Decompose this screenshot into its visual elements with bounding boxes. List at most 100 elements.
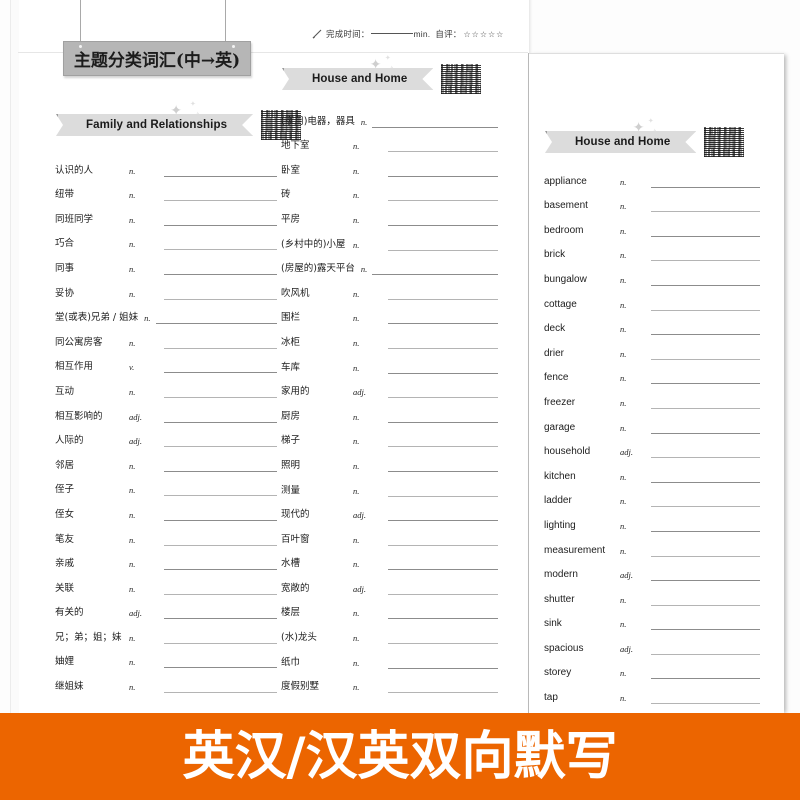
- word-row: 同公寓房客 n.: [55, 324, 277, 349]
- answer-blank-line[interactable]: [651, 200, 760, 213]
- answer-blank-line[interactable]: [651, 545, 760, 557]
- word-term: (家用)电器，器具: [281, 115, 355, 127]
- answer-blank-line[interactable]: [164, 435, 277, 448]
- answer-blank-line[interactable]: [164, 238, 277, 251]
- self-rating-stars[interactable]: ☆☆☆☆☆: [463, 30, 504, 39]
- answer-blank-line[interactable]: [164, 189, 277, 202]
- answer-blank-line[interactable]: [651, 618, 760, 631]
- answer-blank-line[interactable]: [651, 667, 760, 680]
- word-part-of-speech: n.: [620, 250, 627, 261]
- answer-blank-line[interactable]: [164, 632, 277, 644]
- answer-blank-line[interactable]: [164, 165, 277, 177]
- answer-blank-line[interactable]: [651, 348, 760, 360]
- answer-blank-line[interactable]: [164, 263, 277, 275]
- answer-blank-line[interactable]: [372, 116, 498, 128]
- answer-blank-line[interactable]: [651, 594, 760, 606]
- answer-blank-line[interactable]: [164, 386, 277, 398]
- word-part-of-speech: n.: [620, 471, 627, 482]
- answer-blank-line[interactable]: [388, 534, 498, 546]
- word-term: 人际的: [55, 435, 84, 447]
- answer-blank-line[interactable]: [164, 288, 277, 300]
- answer-blank-line[interactable]: [651, 692, 760, 705]
- answer-blank-line[interactable]: [388, 607, 498, 620]
- answer-blank-line[interactable]: [388, 288, 498, 300]
- answer-blank-line[interactable]: [372, 263, 498, 276]
- word-term: 妥协: [55, 287, 75, 299]
- answer-blank-line[interactable]: [164, 534, 277, 546]
- answer-blank-line[interactable]: [388, 583, 498, 595]
- answer-blank-line[interactable]: [388, 140, 498, 153]
- answer-blank-line[interactable]: [388, 460, 498, 472]
- word-term: 吹风机: [281, 287, 310, 299]
- banner-label: Family and Relationships: [86, 119, 228, 131]
- word-part-of-speech: adj.: [129, 608, 142, 619]
- answer-blank-line[interactable]: [651, 520, 760, 532]
- answer-blank-line[interactable]: [164, 484, 277, 497]
- word-part-of-speech: adj.: [129, 411, 142, 422]
- word-part-of-speech: n.: [360, 116, 368, 127]
- answer-blank-line[interactable]: [651, 225, 760, 237]
- answer-blank-line[interactable]: [164, 460, 277, 472]
- word-row: 卧室 n.: [281, 152, 498, 177]
- answer-blank-line[interactable]: [388, 362, 498, 374]
- word-row: 邻居 n.: [55, 447, 277, 472]
- word-row: household adj.: [544, 434, 760, 459]
- word-row: 同事 n.: [55, 250, 277, 275]
- word-part-of-speech: n.: [144, 313, 151, 324]
- answer-blank-line[interactable]: [388, 386, 498, 399]
- word-row: fence n.: [544, 360, 760, 385]
- answer-blank-line[interactable]: [164, 607, 277, 620]
- answer-blank-line[interactable]: [164, 656, 277, 669]
- word-row: 度假别墅 n.: [281, 669, 498, 694]
- answer-blank-line[interactable]: [388, 337, 498, 349]
- answer-blank-line[interactable]: [388, 558, 498, 571]
- answer-blank-line[interactable]: [651, 495, 760, 508]
- word-row: 巧合 n.: [55, 226, 277, 251]
- word-row: 相互影响的 adj.: [55, 398, 277, 423]
- answer-blank-line[interactable]: [388, 485, 498, 497]
- answer-blank-line[interactable]: [388, 189, 498, 202]
- answer-blank-line[interactable]: [388, 312, 498, 325]
- word-part-of-speech: n.: [353, 141, 360, 152]
- answer-blank-line[interactable]: [651, 471, 760, 483]
- time-blank-field[interactable]: [370, 32, 413, 34]
- completion-time-strip: 完成时间： min. 自评： ☆☆☆☆☆: [312, 28, 504, 40]
- word-term: basement: [544, 200, 588, 212]
- answer-blank-line[interactable]: [164, 509, 277, 521]
- answer-blank-line[interactable]: [388, 239, 498, 251]
- answer-blank-line[interactable]: [651, 274, 760, 286]
- word-row: shutter n.: [544, 581, 760, 606]
- word-term: 相互影响的: [55, 410, 103, 422]
- answer-blank-line[interactable]: [651, 643, 760, 655]
- word-part-of-speech: n.: [620, 619, 627, 630]
- word-row: 地下室 n.: [281, 128, 498, 153]
- word-term: 侄女: [55, 508, 75, 520]
- answer-blank-line[interactable]: [388, 435, 498, 448]
- answer-blank-line[interactable]: [651, 176, 760, 188]
- answer-blank-line[interactable]: [651, 323, 760, 336]
- answer-blank-line[interactable]: [651, 249, 760, 262]
- answer-blank-line[interactable]: [651, 422, 760, 434]
- answer-blank-line[interactable]: [388, 632, 498, 645]
- answer-blank-line[interactable]: [388, 165, 498, 177]
- answer-blank-line[interactable]: [164, 583, 277, 595]
- answer-blank-line[interactable]: [651, 299, 760, 311]
- answer-blank-line[interactable]: [164, 361, 277, 374]
- answer-blank-line[interactable]: [651, 446, 760, 459]
- answer-blank-line[interactable]: [164, 337, 277, 349]
- answer-blank-line[interactable]: [388, 214, 498, 226]
- answer-blank-line[interactable]: [651, 397, 760, 409]
- answer-blank-line[interactable]: [388, 411, 498, 423]
- answer-blank-line[interactable]: [388, 681, 498, 694]
- answer-blank-line[interactable]: [164, 681, 277, 694]
- answer-blank-line[interactable]: [164, 558, 277, 571]
- answer-blank-line[interactable]: [164, 411, 277, 423]
- answer-blank-line[interactable]: [164, 214, 277, 226]
- answer-blank-line[interactable]: [155, 312, 277, 325]
- word-row: lighting n.: [544, 507, 760, 532]
- answer-blank-line[interactable]: [388, 509, 498, 522]
- answer-blank-line[interactable]: [651, 569, 760, 582]
- banner-label: House and Home: [312, 73, 408, 85]
- answer-blank-line[interactable]: [651, 372, 760, 385]
- answer-blank-line[interactable]: [388, 657, 498, 669]
